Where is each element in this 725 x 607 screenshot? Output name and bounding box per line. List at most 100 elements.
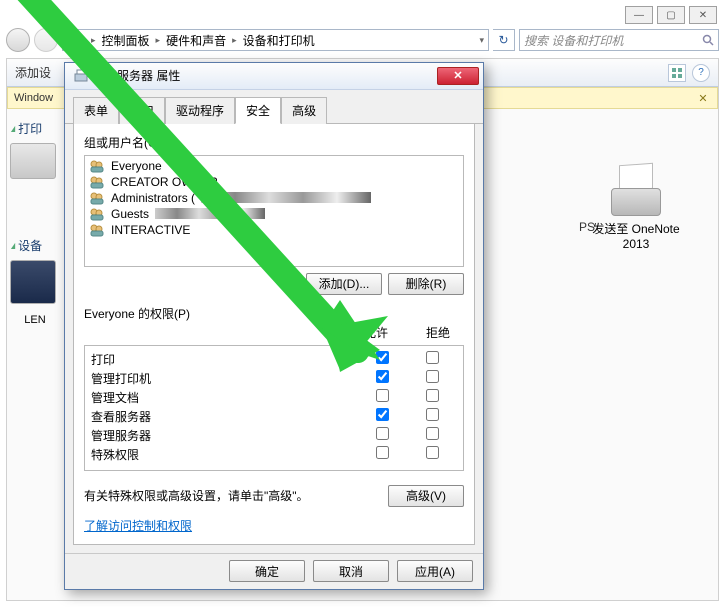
deny-header: 拒绝 bbox=[426, 324, 450, 341]
category-printers[interactable]: 打印 bbox=[10, 120, 60, 137]
groups-label: 组或用户名(G): bbox=[84, 134, 464, 151]
deny-checkbox[interactable] bbox=[426, 408, 439, 421]
special-note: 有关特殊权限或高级设置，请单击"高级"。 bbox=[84, 487, 388, 504]
close-window-button[interactable]: ✕ bbox=[689, 6, 717, 24]
content-left-strip: 打印 设备 LEN bbox=[10, 112, 60, 587]
tab-4[interactable]: 高级 bbox=[281, 97, 327, 124]
apply-button[interactable]: 应用(A) bbox=[397, 560, 473, 582]
group-name: INTERACTIVE bbox=[111, 223, 190, 237]
print-server-properties-dialog: 打印服务器 属性 ✕ 表单端口驱动程序安全高级 组或用户名(G): Everyo… bbox=[64, 62, 484, 590]
permission-name: 管理服务器 bbox=[91, 427, 357, 444]
device-label: LEN bbox=[10, 314, 60, 326]
permission-name: 打印 bbox=[91, 351, 357, 368]
users-icon bbox=[89, 159, 105, 173]
access-control-link[interactable]: 了解访问控制和权限 bbox=[84, 517, 464, 534]
group-name: Administrators ( bbox=[111, 191, 195, 205]
chevron-down-icon[interactable]: ▾ bbox=[479, 35, 484, 46]
allow-checkbox[interactable] bbox=[376, 389, 389, 402]
search-input[interactable]: 搜索 设备和打印机 bbox=[519, 29, 719, 51]
tabs: 表单端口驱动程序安全高级 bbox=[65, 90, 483, 124]
search-placeholder: 搜索 设备和打印机 bbox=[524, 32, 623, 49]
breadcrumb-item[interactable]: 控制面板 bbox=[98, 32, 154, 49]
permission-name: 管理打印机 bbox=[91, 370, 357, 387]
tab-2[interactable]: 驱动程序 bbox=[165, 97, 235, 124]
permissions-list: 打印管理打印机管理文档查看服务器管理服务器特殊权限 bbox=[84, 345, 464, 471]
breadcrumb[interactable]: ▸ 控制面板 ▸ 硬件和声音 ▸ 设备和打印机 ▾ bbox=[62, 29, 489, 51]
group-name: Guests bbox=[111, 207, 149, 221]
device-thumb[interactable] bbox=[10, 260, 56, 304]
group-row[interactable]: Guests bbox=[87, 206, 461, 222]
deny-checkbox[interactable] bbox=[426, 427, 439, 440]
back-button[interactable] bbox=[6, 28, 30, 52]
users-icon bbox=[89, 207, 105, 221]
group-name: Everyone bbox=[111, 159, 162, 173]
permission-row: 查看服务器 bbox=[91, 407, 457, 426]
chevron-right-icon: ▸ bbox=[91, 35, 96, 46]
group-row[interactable]: Administrators ( bbox=[87, 190, 461, 206]
tab-1[interactable]: 端口 bbox=[119, 97, 165, 124]
allow-checkbox[interactable] bbox=[376, 446, 389, 459]
add-device-button[interactable]: 添加设 bbox=[15, 64, 51, 81]
help-button[interactable]: ? bbox=[692, 64, 710, 82]
permission-row: 管理文档 bbox=[91, 388, 457, 407]
group-row[interactable]: Everyone bbox=[87, 158, 461, 174]
redacted-text bbox=[155, 208, 265, 219]
permission-name: 特殊权限 bbox=[91, 446, 357, 463]
view-options-button[interactable] bbox=[668, 64, 686, 82]
deny-checkbox[interactable] bbox=[426, 351, 439, 364]
printer-item-onenote[interactable]: 发送至 OneNote 2013 bbox=[581, 164, 691, 251]
chevron-right-icon: ▸ bbox=[232, 35, 237, 46]
banner-text: Window bbox=[14, 92, 53, 104]
printer-label: 2013 bbox=[581, 237, 691, 251]
allow-checkbox[interactable] bbox=[376, 370, 389, 383]
permission-row: 打印 bbox=[91, 350, 457, 369]
chevron-right-icon: ▸ bbox=[156, 35, 161, 46]
tab-3[interactable]: 安全 bbox=[235, 97, 281, 124]
printer-label: 发送至 OneNote bbox=[581, 220, 691, 237]
dialog-title: 打印服务器 属性 bbox=[93, 67, 180, 84]
tab-0[interactable]: 表单 bbox=[73, 97, 119, 124]
permission-row: 特殊权限 bbox=[91, 445, 457, 464]
permission-name: 查看服务器 bbox=[91, 408, 357, 425]
deny-checkbox[interactable] bbox=[426, 446, 439, 459]
navigation-bar: ▸ 控制面板 ▸ 硬件和声音 ▸ 设备和打印机 ▾ ↻ 搜索 设备和打印机 bbox=[6, 26, 719, 54]
groups-list[interactable]: Everyone CREATOR OWNER Administrators ( Gue… bbox=[84, 155, 464, 267]
remove-button[interactable]: 删除(R) bbox=[388, 273, 464, 295]
cancel-button[interactable]: 取消 bbox=[313, 560, 389, 582]
banner-close-button[interactable]: ✕ bbox=[695, 90, 711, 106]
allow-checkbox[interactable] bbox=[376, 427, 389, 440]
forward-button[interactable] bbox=[34, 28, 58, 52]
deny-checkbox[interactable] bbox=[426, 370, 439, 383]
deny-checkbox[interactable] bbox=[426, 389, 439, 402]
printer-icon bbox=[73, 68, 89, 84]
advanced-button[interactable]: 高级(V) bbox=[388, 485, 464, 507]
group-row[interactable]: CREATOR OWNER bbox=[87, 174, 461, 190]
allow-header: 允许 bbox=[364, 324, 388, 341]
category-devices[interactable]: 设备 bbox=[10, 237, 60, 254]
search-icon bbox=[702, 34, 714, 46]
add-button[interactable]: 添加(D)... bbox=[306, 273, 382, 295]
dialog-titlebar[interactable]: 打印服务器 属性 ✕ bbox=[65, 63, 483, 90]
device-thumb[interactable] bbox=[10, 143, 56, 179]
users-icon bbox=[89, 191, 105, 205]
dialog-close-button[interactable]: ✕ bbox=[437, 67, 479, 85]
ok-button[interactable]: 确定 bbox=[229, 560, 305, 582]
permission-row: 管理服务器 bbox=[91, 426, 457, 445]
computer-icon bbox=[71, 33, 85, 47]
breadcrumb-item[interactable]: 设备和打印机 bbox=[239, 32, 319, 49]
security-tab-panel: 组或用户名(G): Everyone CREATOR OWNER Administr… bbox=[73, 124, 475, 545]
group-name: CREATOR OWNER bbox=[111, 175, 218, 189]
breadcrumb-item[interactable]: 硬件和声音 bbox=[162, 32, 230, 49]
allow-checkbox[interactable] bbox=[376, 408, 389, 421]
dialog-footer: 确定 取消 应用(A) bbox=[65, 553, 483, 589]
redacted-text bbox=[201, 192, 371, 203]
refresh-button[interactable]: ↻ bbox=[493, 29, 515, 51]
allow-checkbox[interactable] bbox=[376, 351, 389, 364]
maximize-button[interactable]: ▢ bbox=[657, 6, 685, 24]
users-icon bbox=[89, 175, 105, 189]
minimize-button[interactable]: — bbox=[625, 6, 653, 24]
printer-icon bbox=[601, 164, 671, 216]
group-row[interactable]: INTERACTIVE bbox=[87, 222, 461, 238]
permission-name: 管理文档 bbox=[91, 389, 357, 406]
permission-row: 管理打印机 bbox=[91, 369, 457, 388]
